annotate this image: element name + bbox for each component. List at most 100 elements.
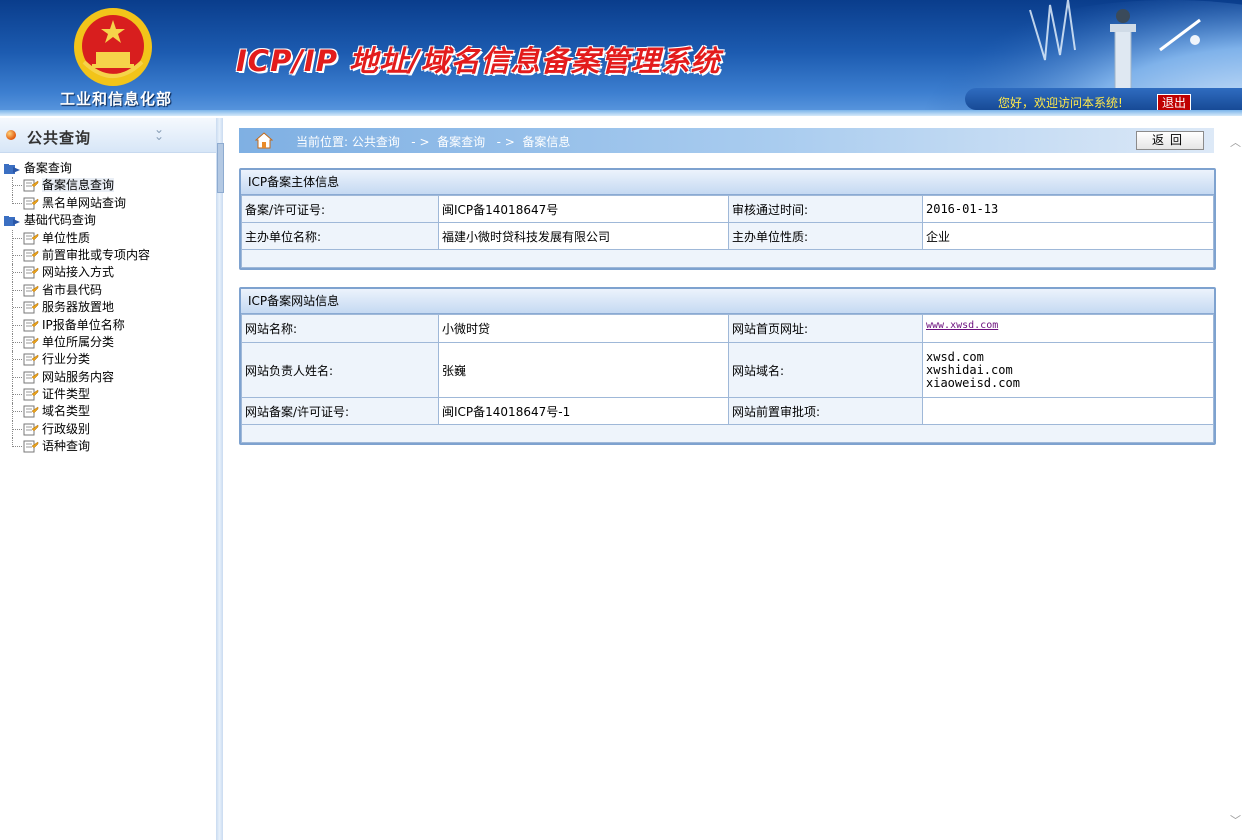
sidebar-item[interactable]: 网站服务内容	[0, 368, 216, 387]
sidebar-item[interactable]: 单位所属分类	[0, 333, 216, 352]
org-name-label: 主办单位名称:	[241, 222, 439, 250]
chevron-double-down-icon[interactable]: ⌄ ⌄	[154, 123, 164, 142]
site-license-value: 闽ICP备14018647号-1	[438, 397, 729, 425]
sidebar-item[interactable]: 证件类型	[0, 386, 216, 404]
table-row: 备案/许可证号: 闽ICP备14018647号 审核通过时间: 2016-01-…	[241, 195, 1214, 223]
folder-icon	[4, 163, 20, 174]
back-button[interactable]: 返回	[1136, 131, 1204, 150]
page-edit-icon	[23, 319, 39, 332]
home-url-label: 网站首页网址:	[728, 314, 923, 343]
sidebar-item[interactable]: 前置审批或专项内容	[0, 246, 216, 265]
subject-info-table: 备案/许可证号: 闽ICP备14018647号 审核通过时间: 2016-01-…	[241, 195, 1214, 268]
org-nature-label: 主办单位性质:	[728, 222, 923, 250]
scroll-up-icon[interactable]: ︿	[1230, 134, 1241, 150]
sidebar-item-label: 单位性质	[42, 230, 91, 245]
approve-time-label: 审核通过时间:	[728, 195, 923, 223]
tree-group-label: 备案查询	[23, 161, 72, 175]
vertical-scrollbar[interactable]	[1228, 128, 1242, 828]
domain-label: 网站域名:	[728, 342, 923, 398]
sidebar-item[interactable]: 域名类型	[0, 403, 216, 421]
sidebar-item-label: 单位所属分类	[42, 334, 115, 349]
page-edit-icon	[23, 371, 39, 384]
subject-panel-title: ICP备案主体信息	[241, 170, 1214, 195]
scroll-down-icon[interactable]: ﹀	[1230, 812, 1241, 828]
sidebar-item[interactable]: 行业分类	[0, 351, 216, 369]
tree-group[interactable]: 备案查询	[0, 160, 216, 177]
domain-list: xwsd.com xwshidai.com xiaoweisd.com	[922, 342, 1214, 398]
system-title: ICP/IP 地址/域名信息备案管理系统	[236, 44, 721, 78]
page-edit-icon	[23, 266, 39, 279]
sidebar-item-label: 服务器放置地	[42, 300, 115, 315]
page-edit-icon	[23, 301, 39, 314]
header-divider	[0, 110, 1242, 116]
site-name-label: 网站名称:	[241, 314, 439, 343]
site-name-value: 小微时贷	[438, 314, 729, 343]
table-row: 网站名称: 小微时贷 网站首页网址: www.xwsd.com	[241, 314, 1214, 343]
sidebar-item-label: 语种查询	[42, 439, 91, 454]
sidebar-item[interactable]: 语种查询	[0, 438, 216, 455]
page-edit-icon	[23, 423, 39, 436]
preapprove-value	[922, 397, 1214, 425]
table-spacer-row	[241, 424, 1214, 443]
domain-item: xiaoweisd.com	[926, 375, 1020, 390]
sidebar-item-label: 域名类型	[42, 404, 91, 419]
preapprove-label: 网站前置审批项:	[728, 397, 923, 425]
sidebar-item-label: 黑名单网站查询	[42, 195, 127, 210]
sidebar-title: 公共查询	[27, 129, 92, 147]
sidebar-item[interactable]: IP报备单位名称	[0, 316, 216, 334]
page-edit-icon	[23, 336, 39, 349]
sidebar-item-label: 省市县代码	[42, 282, 103, 297]
sidebar: 公共查询 ⌄ ⌄ 备案查询备案信息查询 黑名单网站查询 基础代码查询 单位性质前置审批…	[0, 118, 217, 840]
site-info-panel: ICP备案网站信息 网站名称: 小微时贷 网站首页网址: www.xwsd.co…	[239, 287, 1216, 445]
home-icon[interactable]	[255, 132, 273, 149]
splitter-toggle-handle[interactable]	[217, 143, 224, 193]
sidebar-item[interactable]: 备案信息查询	[0, 177, 216, 195]
page-edit-icon	[23, 232, 39, 245]
sidebar-item[interactable]: 服务器放置地	[0, 299, 216, 317]
orange-dot-icon	[6, 130, 16, 140]
domain-item: xwsd.com	[926, 349, 984, 364]
table-row: 网站负责人姓名: 张巍 网站域名: xwsd.com xwshidai.com …	[241, 342, 1214, 398]
tree-group[interactable]: 基础代码查询	[0, 212, 216, 229]
page-edit-icon	[23, 405, 39, 418]
folder-icon	[4, 215, 20, 226]
sidebar-item-label: IP报备单位名称	[42, 317, 125, 332]
page-edit-icon	[23, 179, 39, 192]
breadcrumb: 当前位置: 公共查询 - > 备案查询 - > 备案信息	[239, 128, 1214, 153]
page-edit-icon	[23, 388, 39, 401]
table-spacer-row	[241, 249, 1214, 268]
domain-item: xwshidai.com	[926, 362, 1013, 377]
home-url-link[interactable]: www.xwsd.com	[926, 320, 998, 331]
breadcrumb-text: 当前位置: 公共查询 - > 备案查询 - > 备案信息	[296, 135, 571, 149]
org-name-value: 福建小微时贷科技发展有限公司	[438, 222, 729, 250]
org-nature-value: 企业	[922, 222, 1214, 250]
header-banner: 工业和信息化部 ICP/IP 地址/域名信息备案管理系统 您好，欢迎访问本系统!…	[0, 0, 1242, 116]
sidebar-item[interactable]: 网站接入方式	[0, 264, 216, 282]
sidebar-item-label: 备案信息查询	[42, 178, 115, 193]
sidebar-item[interactable]: 黑名单网站查询	[0, 194, 216, 212]
approve-time-value: 2016-01-13	[922, 195, 1214, 223]
sidebar-item[interactable]: 省市县代码	[0, 281, 216, 300]
sidebar-item-label: 行业分类	[42, 352, 91, 367]
page-edit-icon	[23, 440, 39, 453]
sidebar-item[interactable]: 单位性质	[0, 229, 216, 247]
page-edit-icon	[23, 284, 39, 297]
sidebar-item-label: 网站接入方式	[42, 265, 115, 280]
page-edit-icon	[23, 353, 39, 366]
license-label: 备案/许可证号:	[241, 195, 439, 223]
table-row: 主办单位名称: 福建小微时贷科技发展有限公司 主办单位性质: 企业	[241, 222, 1214, 250]
sidebar-item-label: 前置审批或专项内容	[42, 247, 151, 262]
sidebar-item[interactable]: 行政级别	[0, 420, 216, 439]
sidebar-header: 公共查询 ⌄ ⌄	[0, 118, 216, 153]
welcome-text: 您好，欢迎访问本系统!	[998, 96, 1123, 110]
page-edit-icon	[23, 197, 39, 210]
subject-info-panel: ICP备案主体信息 备案/许可证号: 闽ICP备14018647号 审核通过时间…	[239, 168, 1216, 270]
page-edit-icon	[23, 249, 39, 262]
sidebar-item-label: 证件类型	[42, 387, 91, 402]
table-row: 网站备案/许可证号: 闽ICP备14018647号-1 网站前置审批项:	[241, 397, 1214, 425]
site-info-table: 网站名称: 小微时贷 网站首页网址: www.xwsd.com 网站负责人姓名:…	[241, 314, 1214, 443]
sidebar-item-label: 行政级别	[42, 421, 91, 436]
sidebar-item-label: 网站服务内容	[42, 369, 115, 384]
sidebar-splitter[interactable]	[216, 118, 223, 840]
home-url-cell: www.xwsd.com	[922, 314, 1214, 343]
